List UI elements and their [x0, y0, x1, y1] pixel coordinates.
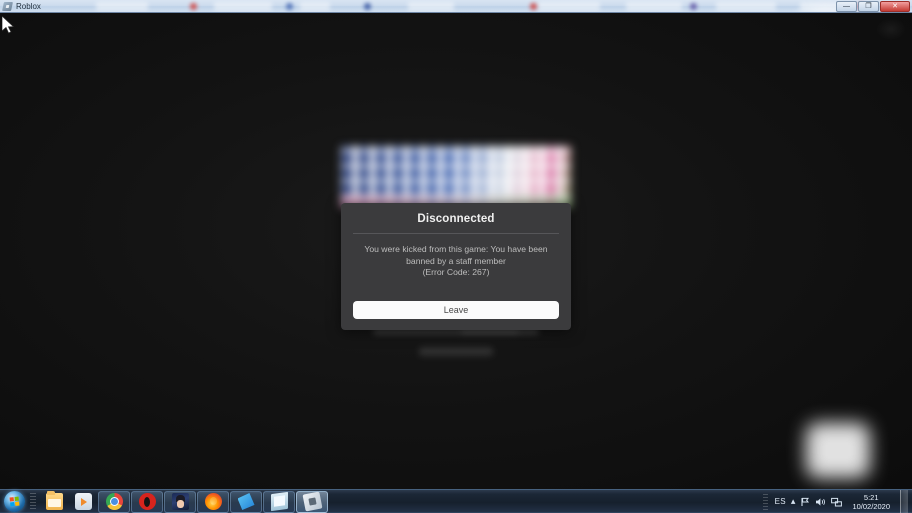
clock[interactable]: 5:21 10/02/2020	[847, 493, 893, 511]
taskbar-item-avatar-app[interactable]	[164, 490, 196, 513]
mouse-cursor	[2, 16, 15, 34]
network-icon[interactable]	[831, 497, 843, 507]
window-controls[interactable]: — ❐ ✕	[836, 1, 910, 12]
taskbar-item-windows-explorer[interactable]	[40, 491, 68, 513]
taskbar-items	[38, 490, 328, 513]
firefox-icon	[204, 493, 222, 510]
restore-icon: ❐	[865, 3, 872, 10]
taskbar-item-google-chrome[interactable]	[98, 490, 130, 513]
taskbar-item-windows-media-player[interactable]	[69, 491, 97, 513]
blue-app-icon	[237, 493, 255, 510]
roblox-icon	[2, 2, 13, 11]
disconnected-dialog: Disconnected You were kicked from this g…	[341, 203, 571, 330]
blurred-game-banner	[341, 146, 571, 208]
minimize-button[interactable]: —	[836, 1, 857, 12]
opera-icon	[138, 493, 156, 510]
roblox-icon	[302, 491, 322, 512]
taskbar-item-mozilla-firefox[interactable]	[197, 490, 229, 513]
taskbar-item-blue-app[interactable]	[230, 490, 262, 513]
clock-time: 5:21	[863, 492, 879, 502]
flag-icon[interactable]	[800, 497, 810, 507]
windows-logo-icon	[3, 491, 25, 512]
chrome-icon	[105, 493, 123, 510]
close-icon: ✕	[892, 3, 898, 10]
blurred-white-panel	[806, 423, 870, 478]
dialog-title: Disconnected	[417, 213, 495, 225]
dialog-message: You were kicked from this game: You have…	[364, 244, 548, 278]
speaker-glyph	[816, 497, 826, 506]
aero-glass-bleed-through	[0, 0, 912, 12]
tray-grip-handle[interactable]	[762, 493, 768, 510]
clock-date: 10/02/2020	[852, 501, 890, 511]
window-title-bar[interactable]: Roblox — ❐ ✕	[0, 0, 912, 13]
avatar-icon	[171, 493, 189, 510]
window-title-text: Roblox	[16, 2, 41, 11]
roblox-game-viewport[interactable]: Disconnected You were kicked from this g…	[0, 13, 912, 489]
language-indicator[interactable]: ES	[775, 497, 786, 506]
start-button[interactable]	[0, 490, 28, 513]
folder-icon	[45, 491, 63, 510]
quicklaunch-grip-handle[interactable]	[30, 492, 36, 511]
top-right-overlay-ghost	[876, 18, 906, 40]
notebook-icon	[270, 491, 288, 512]
system-tray: ES ▴ 5:21 10/02/2020	[762, 489, 912, 513]
show-hidden-icons-button[interactable]: ▴	[791, 497, 796, 506]
show-desktop-button[interactable]	[900, 489, 908, 513]
restore-button[interactable]: ❐	[858, 1, 879, 12]
window-title-group: Roblox	[2, 0, 41, 12]
minimize-icon: —	[843, 3, 850, 10]
media-player-icon	[74, 493, 92, 510]
leave-button[interactable]: Leave	[353, 301, 559, 319]
taskbar-item-opera-browser[interactable]	[131, 490, 163, 513]
speaker-icon[interactable]	[815, 497, 826, 507]
network-glyph	[831, 497, 843, 506]
windows-taskbar[interactable]: ES ▴ 5:21 10/02/2020	[0, 489, 912, 513]
blurred-background-text	[341, 325, 571, 371]
taskbar-item-roblox-player[interactable]	[296, 490, 328, 513]
flag-glyph	[801, 497, 810, 506]
taskbar-item-notebook-app[interactable]	[263, 490, 295, 513]
close-button[interactable]: ✕	[880, 1, 910, 12]
